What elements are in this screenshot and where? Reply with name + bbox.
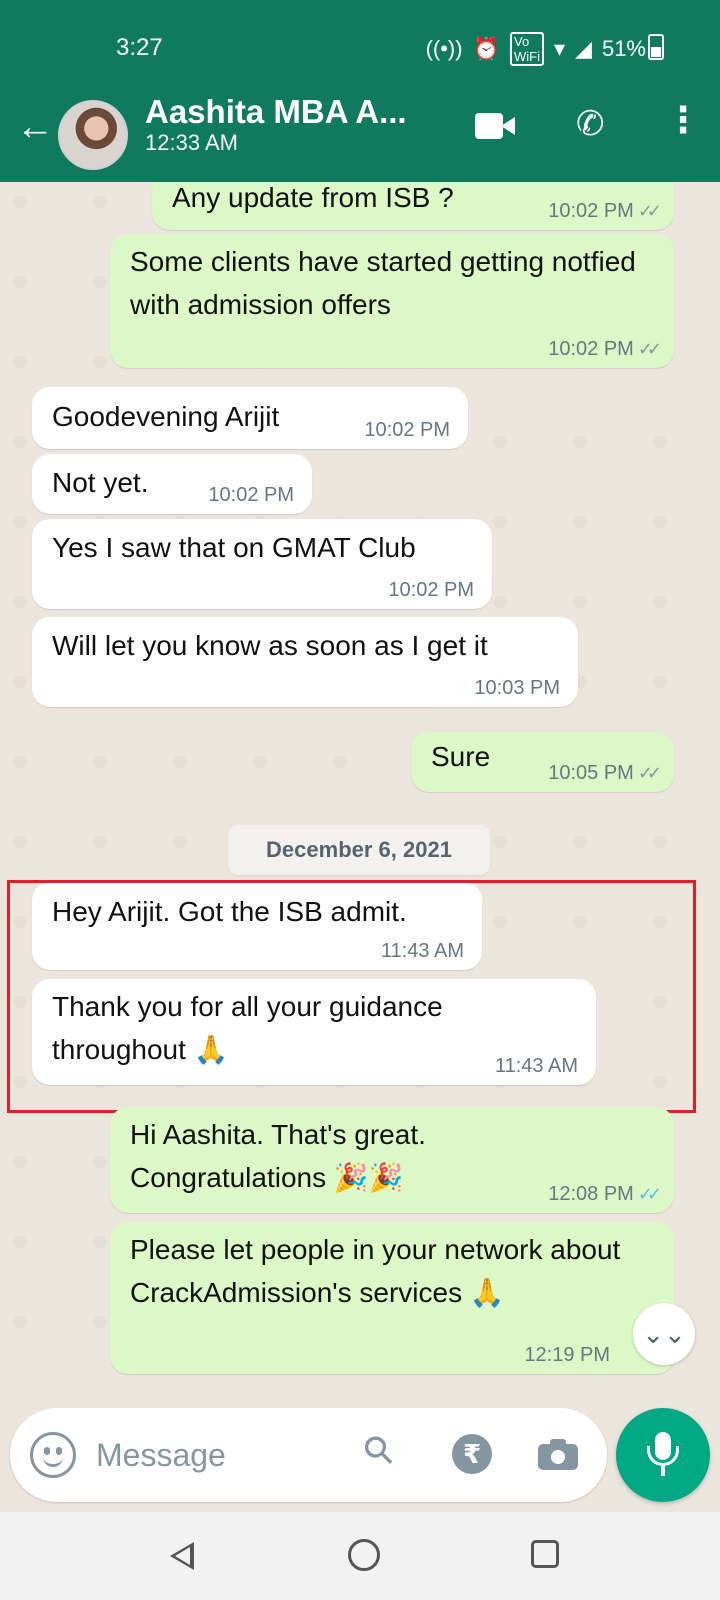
status-bar: 3:27 ((•)) ⏰ Vo WiFi ▾ ◢ 51%: [0, 0, 720, 90]
camera-icon[interactable]: [538, 1438, 578, 1470]
message-input[interactable]: [96, 1430, 346, 1480]
battery-icon: [648, 34, 664, 60]
message-time: 10:05 PM: [548, 762, 634, 784]
nav-back-icon[interactable]: [170, 1542, 194, 1570]
message-time: 10:02 PM: [208, 484, 294, 506]
system-navigation-bar: [0, 1512, 720, 1600]
wifi-icon: ▾: [553, 36, 566, 61]
double-check-icon: ✓✓: [637, 1184, 662, 1204]
contact-name[interactable]: Aashita MBA A...: [145, 90, 407, 134]
message-bubble[interactable]: Hi Aashita. That's great. Congratulation…: [110, 1107, 674, 1213]
nav-recents-icon[interactable]: [531, 1540, 559, 1568]
scroll-to-bottom-button[interactable]: ⌄⌄: [633, 1303, 695, 1365]
date-separator: December 6, 2021: [228, 825, 490, 875]
highlight-box: [7, 880, 696, 1113]
message-time: 10:02 PM: [388, 579, 474, 601]
video-call-icon[interactable]: [475, 113, 517, 139]
rupee-payment-icon[interactable]: ₹: [452, 1434, 492, 1474]
more-options-icon[interactable]: ⋮: [665, 102, 701, 138]
vowifi-icon: Vo WiFi: [509, 32, 544, 66]
signal-icon: ◢: [575, 36, 592, 61]
last-seen: 12:33 AM: [145, 130, 238, 155]
status-time: 3:27: [116, 34, 163, 61]
hotspot-icon: ((•)): [425, 36, 463, 61]
back-arrow-icon[interactable]: ←: [16, 106, 54, 149]
message-bubble[interactable]: Will let you know as soon as I get it 10…: [32, 617, 578, 707]
double-check-icon: ✓✓: [637, 201, 662, 221]
message-text: Yes I saw that on GMAT Club: [52, 532, 416, 563]
message-time: 12:19 PM: [524, 1344, 610, 1366]
battery-percent: 51%: [601, 36, 646, 61]
chat-header: ← Aashita MBA A... 12:33 AM ✆ ⋮: [0, 90, 720, 182]
paperclip-icon[interactable]: ⚲: [353, 1425, 405, 1477]
message-bubble[interactable]: Yes I saw that on GMAT Club 10:02 PM: [32, 519, 492, 609]
message-composer: ⚲ ₹: [10, 1408, 607, 1502]
emoji-icon[interactable]: [30, 1432, 76, 1478]
message-bubble[interactable]: Please let people in your network about …: [110, 1222, 674, 1374]
double-check-icon: ✓✓: [637, 763, 662, 783]
chat-messages-area[interactable]: Any update from ISB ? 10:02 PM ✓✓ Some cl…: [0, 182, 720, 1392]
message-bubble[interactable]: Any update from ISB ? 10:02 PM ✓✓: [152, 182, 674, 230]
mic-button[interactable]: [616, 1408, 710, 1502]
message-bubble[interactable]: Not yet. 10:02 PM: [32, 454, 312, 514]
double-chevron-down-icon: ⌄⌄: [642, 1319, 686, 1349]
message-time: 10:02 PM: [548, 338, 634, 360]
message-text: Please let people in your network about …: [130, 1234, 621, 1308]
message-time: 12:08 PM: [548, 1183, 634, 1205]
message-bubble[interactable]: Sure 10:05 PM ✓✓: [411, 732, 674, 792]
double-check-icon: ✓✓: [637, 339, 662, 359]
message-time: 10:03 PM: [474, 677, 560, 699]
alarm-icon: ⏰: [472, 36, 500, 61]
message-time: 10:02 PM: [364, 419, 450, 441]
message-bubble[interactable]: Goodevening Arijit 10:02 PM: [32, 387, 468, 449]
status-icons: ((•)) ⏰ Vo WiFi ▾ ◢ 51%: [426, 32, 646, 66]
message-text: Hi Aashita. That's great. Congratulation…: [130, 1119, 426, 1193]
message-text: Some clients have started getting notfie…: [130, 246, 636, 320]
message-bubble[interactable]: Some clients have started getting notfie…: [110, 234, 674, 368]
contact-avatar[interactable]: [58, 100, 128, 170]
phone-call-icon[interactable]: ✆: [576, 104, 605, 144]
nav-home-icon[interactable]: [348, 1539, 380, 1571]
message-time: 10:02 PM: [548, 200, 634, 222]
message-text: Will let you know as soon as I get it: [52, 630, 488, 661]
